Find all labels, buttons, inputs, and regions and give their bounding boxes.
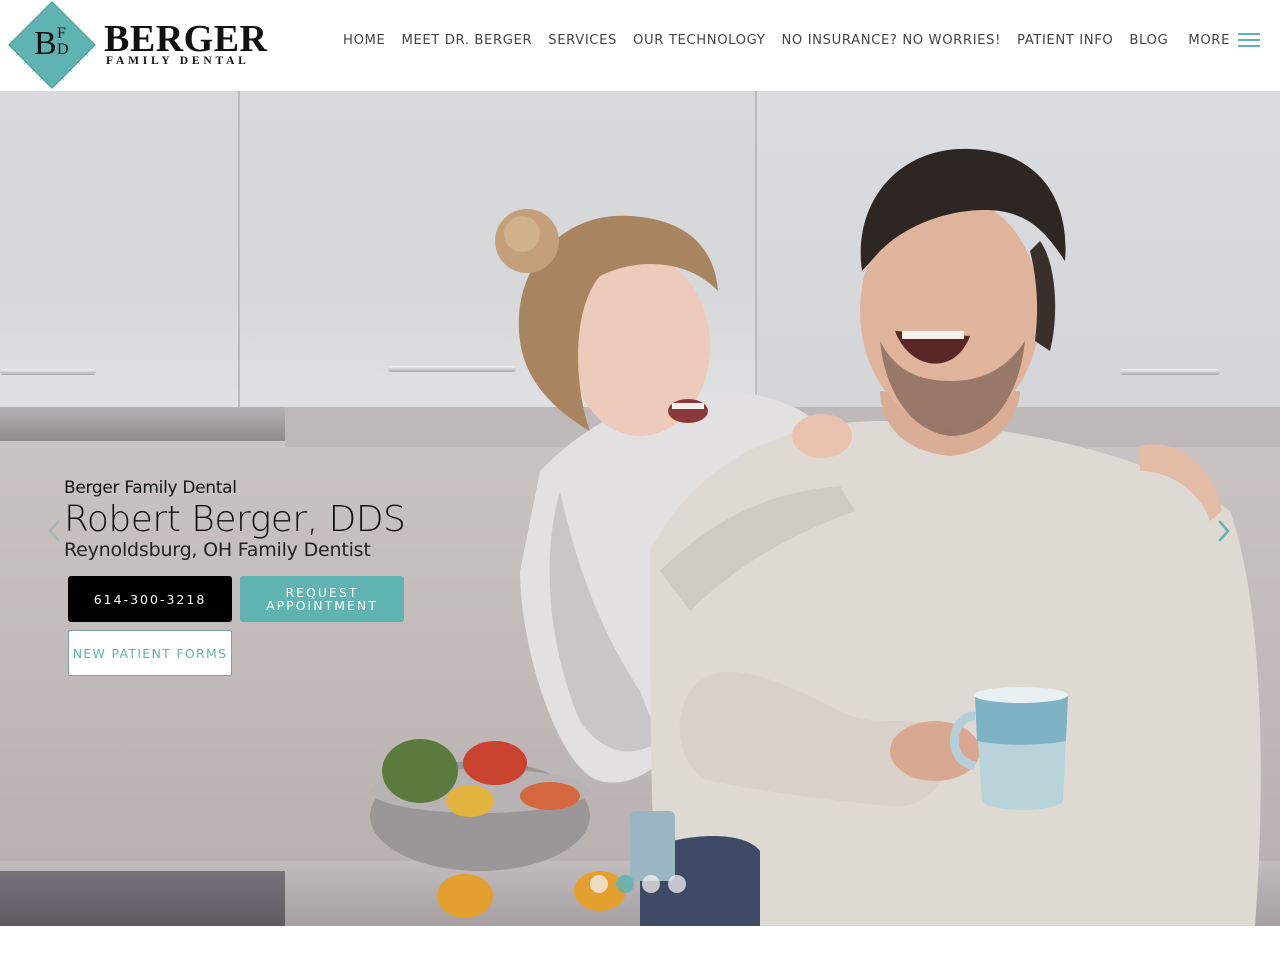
nav-services[interactable]: SERVICES	[548, 33, 617, 48]
nav-more-label: MORE	[1188, 32, 1230, 48]
nav-no-insurance[interactable]: NO INSURANCE? NO WORRIES!	[781, 33, 1001, 48]
brand-logo[interactable]: B F D BERGER FAMILY DENTAL	[8, 1, 268, 89]
hero-heading-group: Berger Family Dental Robert Berger, DDS …	[64, 477, 406, 561]
monogram-d: D	[57, 41, 69, 58]
hero-slider: Berger Family Dental Robert Berger, DDS …	[0, 91, 1280, 926]
site-header: B F D BERGER FAMILY DENTAL HOME MEET DR.…	[0, 0, 1280, 91]
hero-practice-name: Berger Family Dental	[64, 478, 237, 498]
slider-dot-1[interactable]	[590, 875, 608, 893]
nav-blog[interactable]: BLOG	[1129, 33, 1168, 48]
logo-monogram: B F D	[14, 7, 90, 83]
slider-prev-button[interactable]	[44, 516, 64, 546]
request-appointment-line2: APPOINTMENT	[266, 598, 378, 613]
chevron-right-icon	[1218, 520, 1230, 542]
nav-patient-info[interactable]: PATIENT INFO	[1017, 33, 1113, 48]
nav-our-technology[interactable]: OUR TECHNOLOGY	[633, 33, 765, 48]
monogram-f: F	[57, 25, 66, 42]
slider-dot-3[interactable]	[642, 875, 660, 893]
request-appointment-button[interactable]: REQUEST APPOINTMENT	[240, 576, 404, 622]
monogram-b: B	[34, 25, 57, 62]
nav-meet-dr-berger[interactable]: MEET DR. BERGER	[401, 33, 532, 48]
chevron-left-icon	[48, 520, 60, 542]
slider-dot-4[interactable]	[668, 875, 686, 893]
brand-subtitle: FAMILY DENTAL	[106, 55, 250, 67]
hamburger-menu-icon	[1238, 33, 1260, 47]
nav-home[interactable]: HOME	[343, 33, 385, 48]
new-patient-forms-button[interactable]: NEW PATIENT FORMS	[68, 630, 232, 676]
nav-more-button[interactable]: MORE	[1188, 33, 1260, 48]
hero-doctor-name: Robert Berger, DDS	[64, 499, 406, 540]
slider-next-button[interactable]	[1214, 516, 1234, 546]
slider-dot-2-active[interactable]	[616, 875, 634, 893]
hero-tagline: Reynoldsburg, OH Family Dentist	[64, 539, 371, 561]
brand-name: BERGER	[104, 18, 268, 60]
call-phone-button[interactable]: 614-300-3218	[68, 576, 232, 622]
main-nav: HOME MEET DR. BERGER SERVICES OUR TECHNO…	[343, 30, 1260, 50]
slider-pagination	[590, 875, 694, 893]
